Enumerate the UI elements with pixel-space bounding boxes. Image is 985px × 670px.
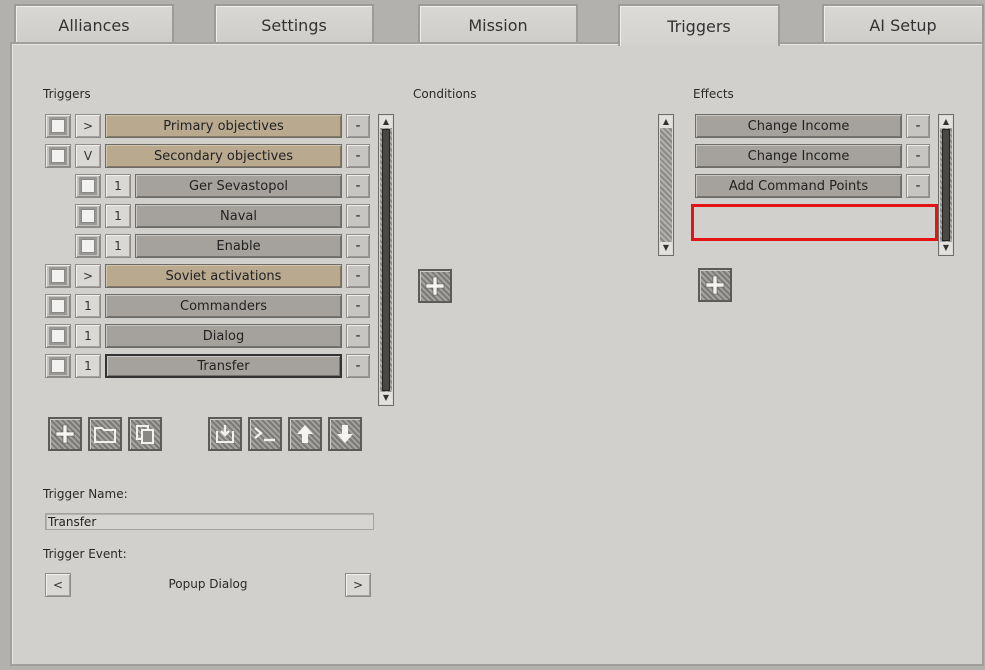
move-down-button[interactable] <box>328 417 362 451</box>
event-next-button[interactable]: > <box>345 573 371 597</box>
trigger-checkbox[interactable] <box>45 114 71 138</box>
triggers-section-label: Triggers <box>43 87 91 101</box>
triggers-scrollbar[interactable]: ▲ ▼ <box>378 114 394 406</box>
arrow-up-icon <box>297 425 313 443</box>
remove-trigger-button[interactable]: - <box>346 354 370 378</box>
folder-button[interactable] <box>88 417 122 451</box>
import-button[interactable] <box>208 417 242 451</box>
tab-triggers[interactable]: Triggers <box>618 4 780 46</box>
trigger-checkbox[interactable] <box>45 294 71 318</box>
arrow-down-icon <box>337 425 353 443</box>
remove-trigger-button[interactable]: - <box>346 144 370 168</box>
remove-trigger-button[interactable]: - <box>346 294 370 318</box>
checkbox-box <box>51 359 65 373</box>
plus-icon <box>55 424 75 444</box>
trigger-checkbox[interactable] <box>45 354 71 378</box>
scrollbar-thumb[interactable] <box>382 129 390 391</box>
trigger-expander[interactable]: V <box>75 144 101 168</box>
effect-row[interactable]: Add Command Points <box>695 174 902 198</box>
remove-trigger-button[interactable]: - <box>346 324 370 348</box>
trigger-row-enable[interactable]: Enable <box>135 234 342 258</box>
trigger-checkbox[interactable] <box>75 234 101 258</box>
trigger-row-secondary-objectives[interactable]: Secondary objectives <box>105 144 342 168</box>
scroll-up-arrow[interactable]: ▲ <box>380 116 392 128</box>
trigger-row-dialog[interactable]: Dialog <box>105 324 342 348</box>
tab-settings[interactable]: Settings <box>214 4 374 44</box>
trigger-checkbox[interactable] <box>45 144 71 168</box>
remove-effect-button[interactable]: - <box>906 114 930 138</box>
event-prev-button[interactable]: < <box>45 573 71 597</box>
checkbox-box <box>81 239 95 253</box>
remove-trigger-button[interactable]: - <box>346 234 370 258</box>
checkbox-box <box>51 149 65 163</box>
effect-row[interactable]: Change Income <box>695 114 902 138</box>
folder-icon <box>94 427 116 443</box>
move-up-button[interactable] <box>288 417 322 451</box>
checkbox-box <box>81 179 95 193</box>
scroll-down-arrow[interactable]: ▼ <box>380 392 392 404</box>
checkbox-box <box>51 329 65 343</box>
trigger-event-value: Popup Dialog <box>168 577 248 591</box>
trigger-checkbox[interactable] <box>75 204 101 228</box>
checkbox-box <box>51 269 65 283</box>
import-icon <box>216 425 234 443</box>
trigger-count: 1 <box>105 204 131 228</box>
effects-section-label: Effects <box>693 87 734 101</box>
trigger-row-primary-objectives[interactable]: Primary objectives <box>105 114 342 138</box>
remove-trigger-button[interactable]: - <box>346 204 370 228</box>
remove-effect-button[interactable]: - <box>906 174 930 198</box>
trigger-name-input[interactable] <box>45 513 374 530</box>
trigger-row-ger-sevastopol[interactable]: Ger Sevastopol <box>135 174 342 198</box>
scroll-up-arrow[interactable]: ▲ <box>940 116 952 128</box>
scroll-down-arrow[interactable]: ▼ <box>660 242 672 254</box>
plus-icon <box>425 276 445 296</box>
effect-drop-highlight[interactable] <box>691 204 938 241</box>
trigger-name-label: Trigger Name: <box>43 487 128 501</box>
tab-alliances[interactable]: Alliances <box>14 4 174 44</box>
trigger-row-commanders[interactable]: Commanders <box>105 294 342 318</box>
effects-scrollbar[interactable]: ▲ ▼ <box>938 114 954 256</box>
trigger-count: 1 <box>75 354 101 378</box>
scrollbar-thumb[interactable] <box>942 129 950 241</box>
trigger-count: 1 <box>75 324 101 348</box>
effect-row[interactable]: Change Income <box>695 144 902 168</box>
script-button[interactable] <box>248 417 282 451</box>
tab-mission[interactable]: Mission <box>418 4 578 44</box>
trigger-checkbox[interactable] <box>45 264 71 288</box>
add-effect-button[interactable] <box>698 268 732 302</box>
checkbox-box <box>81 209 95 223</box>
conditions-section-label: Conditions <box>413 87 477 101</box>
scroll-down-arrow[interactable]: ▼ <box>940 242 952 254</box>
trigger-row-transfer[interactable]: Transfer <box>105 354 342 378</box>
remove-trigger-button[interactable]: - <box>346 174 370 198</box>
script-icon <box>254 427 275 442</box>
effects-left-scrollbar[interactable]: ▲ ▼ <box>658 114 674 256</box>
trigger-row-naval[interactable]: Naval <box>135 204 342 228</box>
checkbox-box <box>51 119 65 133</box>
tab-ai-setup[interactable]: AI Setup <box>822 4 984 44</box>
trigger-count: 1 <box>75 294 101 318</box>
copy-icon <box>136 425 154 444</box>
trigger-expander[interactable]: > <box>75 114 101 138</box>
trigger-row-soviet-activations[interactable]: Soviet activations <box>105 264 342 288</box>
checkbox-box <box>51 299 65 313</box>
scroll-up-arrow[interactable]: ▲ <box>660 116 672 128</box>
remove-trigger-button[interactable]: - <box>346 114 370 138</box>
plus-icon <box>705 275 725 295</box>
triggers-panel: Triggers Conditions Effects > Primary ob… <box>10 42 984 666</box>
trigger-count: 1 <box>105 174 131 198</box>
trigger-count: 1 <box>105 234 131 258</box>
trigger-checkbox[interactable] <box>45 324 71 348</box>
trigger-event-label: Trigger Event: <box>43 547 127 561</box>
add-trigger-button[interactable] <box>48 417 82 451</box>
copy-trigger-button[interactable] <box>128 417 162 451</box>
remove-effect-button[interactable]: - <box>906 144 930 168</box>
remove-trigger-button[interactable]: - <box>346 264 370 288</box>
add-condition-button[interactable] <box>418 269 452 303</box>
trigger-expander[interactable]: > <box>75 264 101 288</box>
trigger-checkbox[interactable] <box>75 174 101 198</box>
